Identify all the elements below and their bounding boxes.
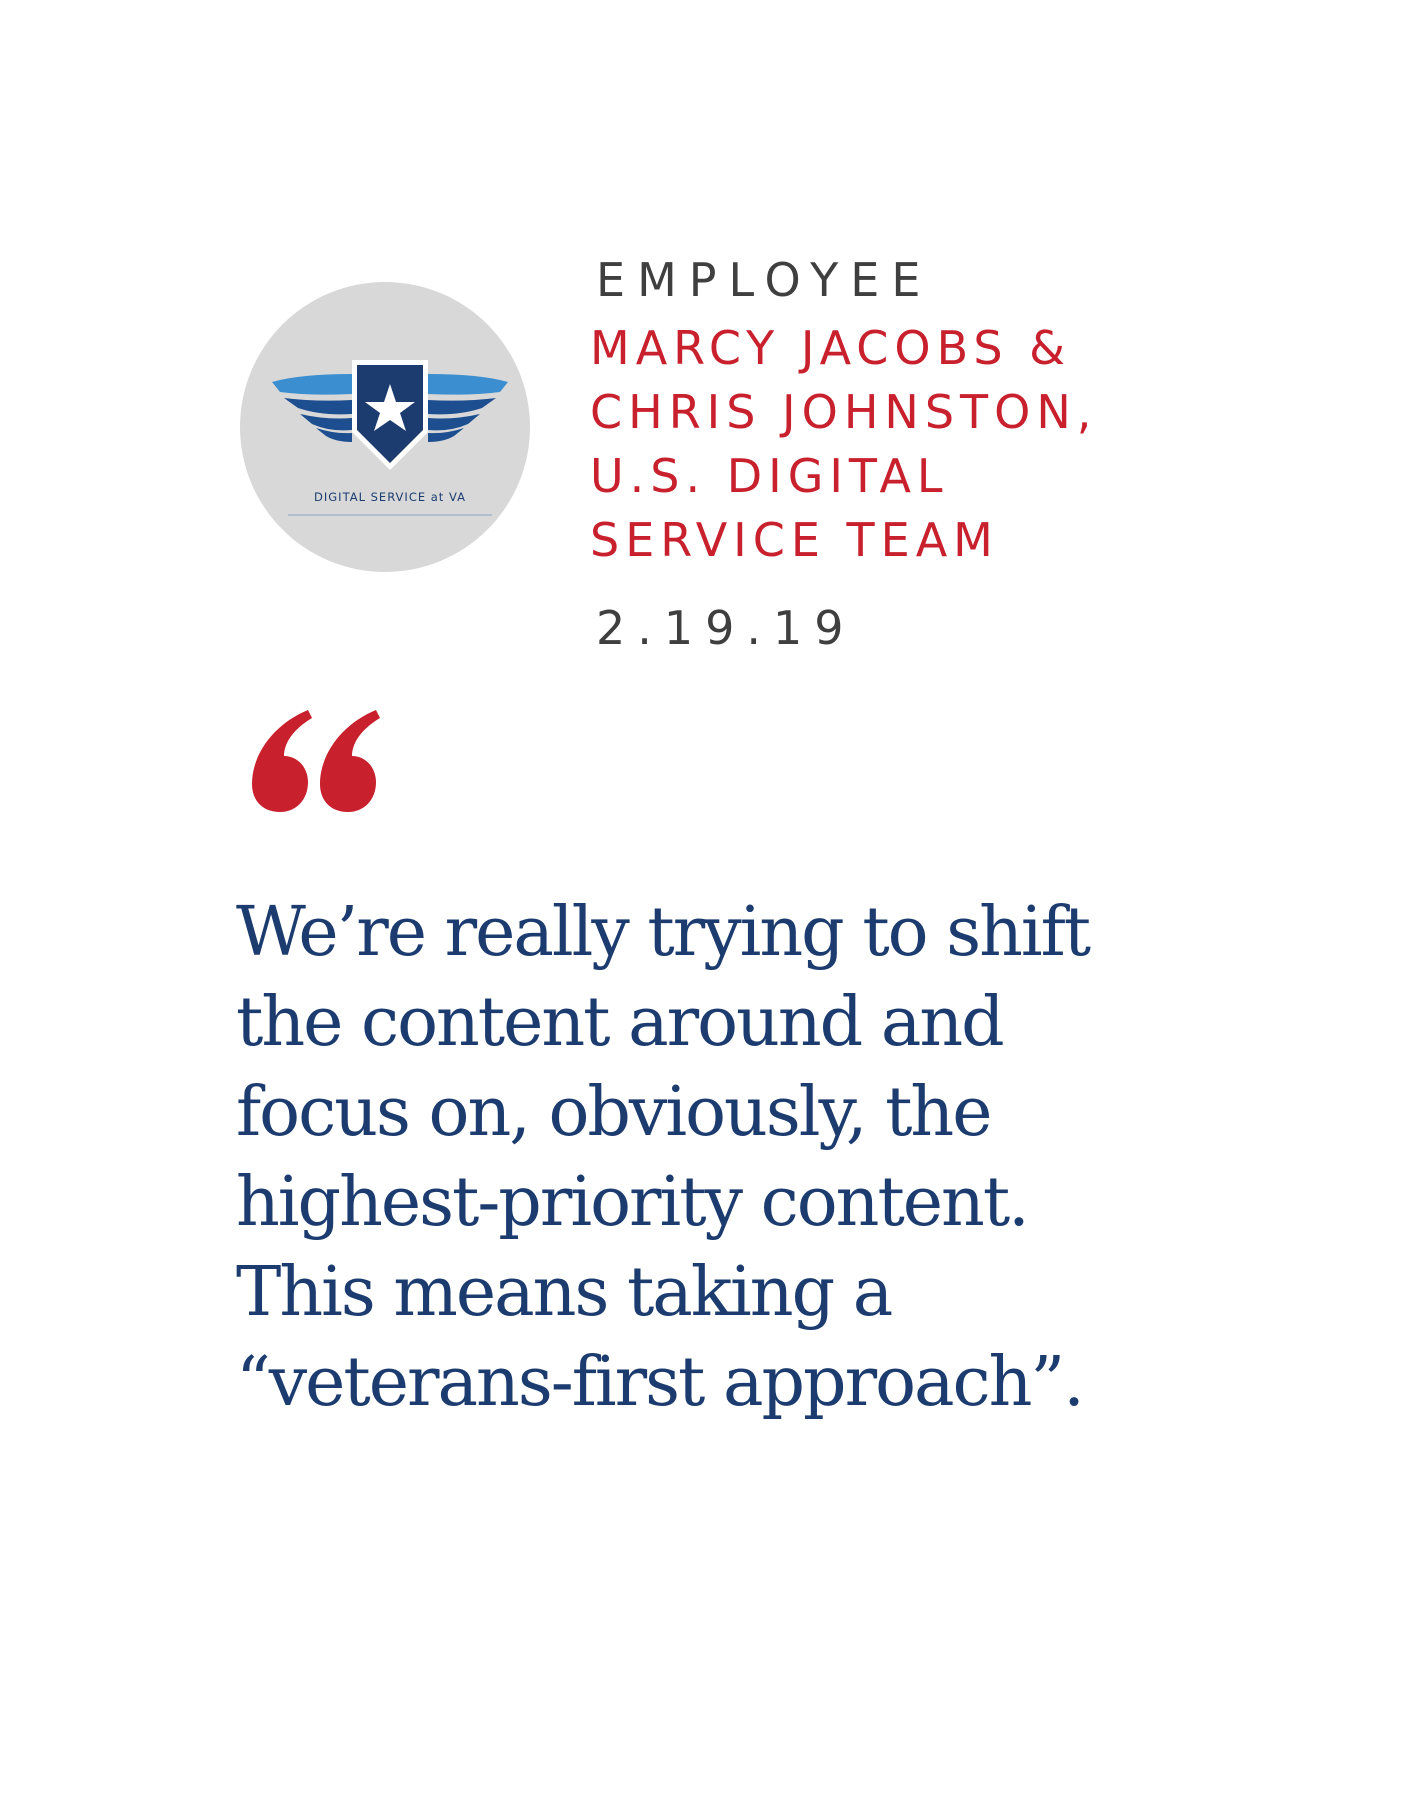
date-label: 2.19.19 [596,601,856,655]
name-line: SERVICE TEAM [590,513,999,567]
quote-line: the content around and [236,983,1005,1062]
speaker-names: MARCY JACOBS & CHRIS JOHNSTON, U.S. DIGI… [590,316,1310,572]
speaker-info: EMPLOYEE MARCY JACOBS & CHRIS JOHNSTON, … [590,250,1310,658]
name-line: MARCY JACOBS & [590,321,1072,375]
quote-text: We’re really trying to shift the content… [236,888,1276,1428]
name-line: U.S. DIGITAL [590,449,949,503]
quote-line: “veterans-first approach”. [236,1343,1085,1422]
logo-caption: DIGITAL SERVICE at VA [314,490,466,504]
open-quote-icon [252,710,380,812]
quote-line: We’re really trying to shift [236,893,1091,972]
winged-shield-star-icon: DIGITAL SERVICE at VA [272,360,508,516]
quote-line: This means taking a [236,1253,893,1332]
digital-service-va-logo: DIGITAL SERVICE at VA [240,282,530,572]
role-label: EMPLOYEE [596,253,933,307]
quote-line: highest-priority content. [236,1163,1030,1242]
quote-line: focus on, obviously, the [236,1073,992,1152]
name-line: CHRIS JOHNSTON, [590,385,1098,439]
